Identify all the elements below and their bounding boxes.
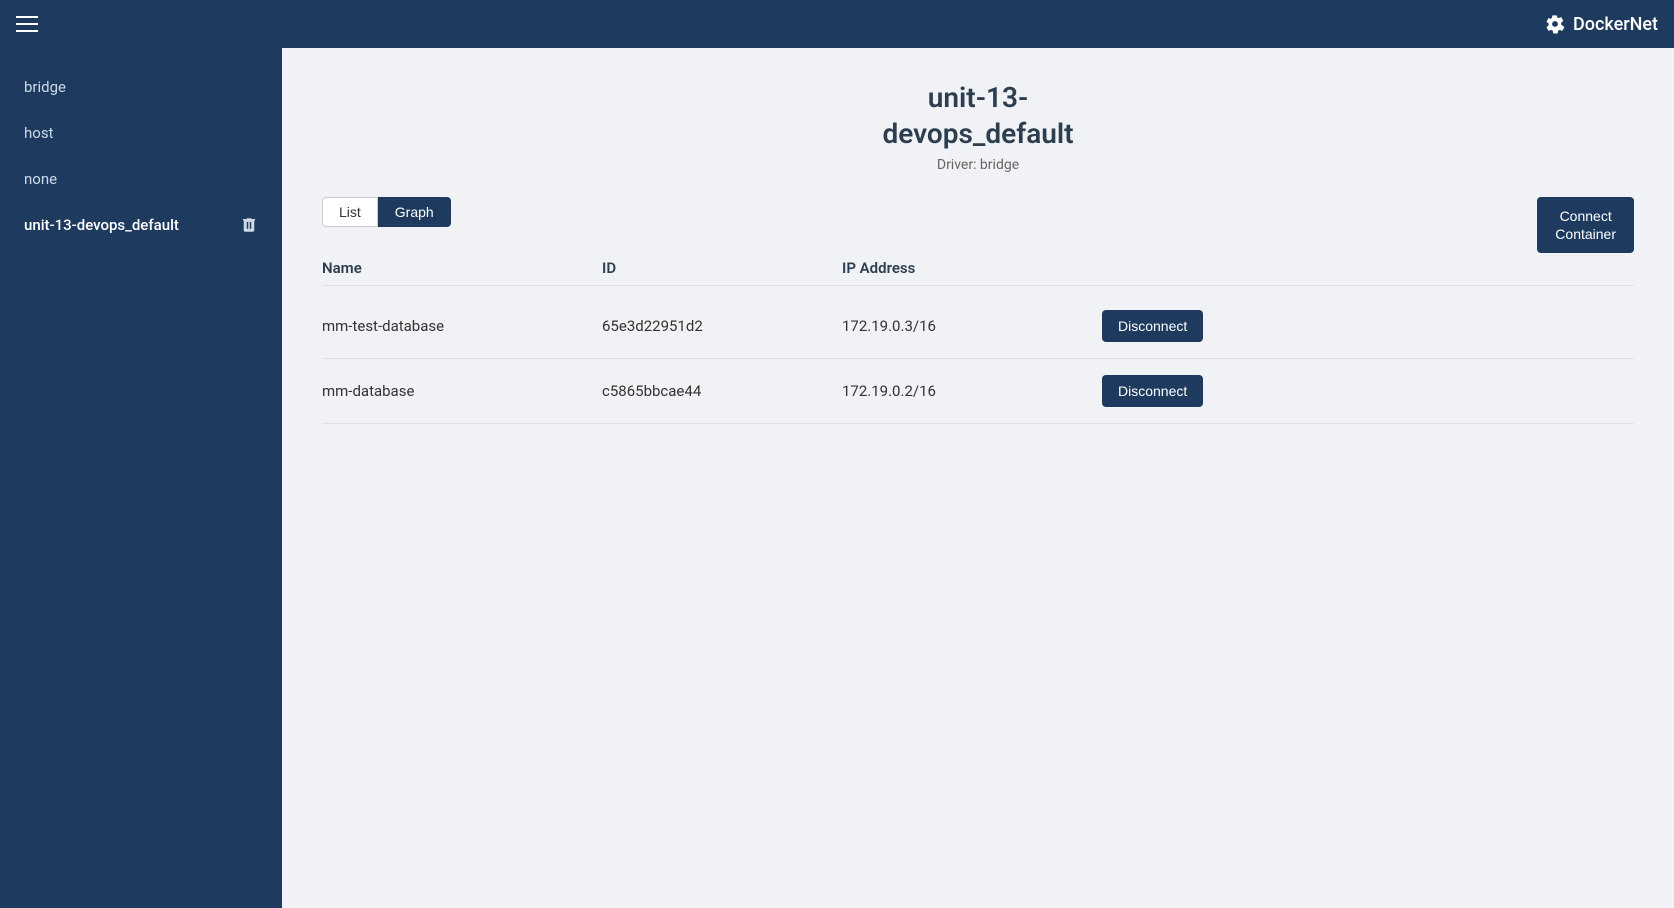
tab-graph[interactable]: Graph xyxy=(378,197,451,227)
page-title: unit-13- devops_default xyxy=(322,80,1634,153)
tab-list[interactable]: List xyxy=(322,197,378,227)
sidebar-item-label: none xyxy=(24,170,57,188)
menu-icon[interactable] xyxy=(16,16,38,32)
cell-name-2: mm-database xyxy=(322,382,602,400)
sidebar: bridge host none unit-13-devops_default xyxy=(0,48,282,908)
col-header-id: ID xyxy=(602,259,842,277)
cell-name-1: mm-test-database xyxy=(322,317,602,335)
driver-label: Driver: bridge xyxy=(322,157,1634,173)
sidebar-item-bridge[interactable]: bridge xyxy=(0,64,282,110)
disconnect-button-2[interactable]: Disconnect xyxy=(1102,375,1203,407)
disconnect-button-1[interactable]: Disconnect xyxy=(1102,310,1203,342)
gear-icon xyxy=(1545,14,1565,34)
brand: DockerNet xyxy=(1545,14,1658,35)
cell-id-1: 65e3d22951d2 xyxy=(602,317,842,335)
app-header: DockerNet xyxy=(0,0,1674,48)
trash-icon[interactable] xyxy=(240,216,258,234)
table-row: mm-database c5865bbcae44 172.19.0.2/16 D… xyxy=(322,359,1634,424)
connect-container-button[interactable]: ConnectContainer xyxy=(1537,197,1634,253)
tab-bar: List Graph xyxy=(322,197,1634,227)
main-layout: bridge host none unit-13-devops_default … xyxy=(0,48,1674,908)
cell-ip-1: 172.19.0.3/16 xyxy=(842,317,1102,335)
content-area: List Graph ConnectContainer Name ID IP A… xyxy=(322,197,1634,424)
col-header-ip: IP Address xyxy=(842,259,1102,277)
cell-ip-2: 172.19.0.2/16 xyxy=(842,382,1102,400)
sidebar-item-host[interactable]: host xyxy=(0,110,282,156)
table-headers: Name ID IP Address xyxy=(322,251,1634,286)
cell-id-2: c5865bbcae44 xyxy=(602,382,842,400)
brand-name: DockerNet xyxy=(1573,14,1658,35)
sidebar-item-none[interactable]: none xyxy=(0,156,282,202)
table-row: mm-test-database 65e3d22951d2 172.19.0.3… xyxy=(322,294,1634,359)
col-header-action xyxy=(1102,259,1634,277)
sidebar-item-unit13[interactable]: unit-13-devops_default xyxy=(0,202,282,248)
sidebar-item-label: unit-13-devops_default xyxy=(24,216,179,234)
col-header-name: Name xyxy=(322,259,602,277)
sidebar-item-label: host xyxy=(24,124,53,142)
main-content: unit-13- devops_default Driver: bridge L… xyxy=(282,48,1674,908)
sidebar-item-label: bridge xyxy=(24,78,66,96)
